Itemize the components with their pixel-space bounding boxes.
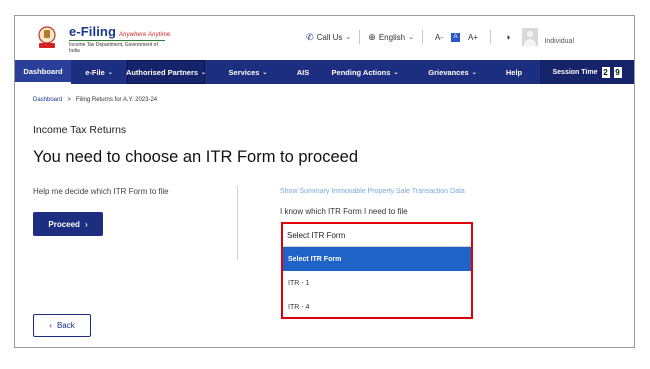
header-utilities: ✆ Call Us ⌄ ⊕ English ⌄ A- A A+ ◑ Indivi… [306, 26, 634, 48]
proceed-button[interactable]: Proceed › [33, 212, 103, 236]
breadcrumb-dashboard-link[interactable]: Dashboard [33, 97, 62, 103]
main-nav: Dashboard e-File ⌄ Authorised Partners ⌄ S… [15, 60, 634, 84]
itr-form-select[interactable]: Select ITR Form Select ITR Form ITR - 1 … [281, 222, 473, 319]
itr-option-itr-1[interactable]: ITR - 1 [283, 271, 471, 295]
summary-property-sale-link[interactable]: Show Summary Immovable Property Sale Tra… [280, 188, 465, 195]
top-header: e-Filing Anywhere Anytime Income Tax Depa… [15, 16, 634, 60]
call-us-label: Call Us [316, 32, 343, 42]
divider [489, 30, 491, 44]
itr-option-itr-4[interactable]: ITR - 4 [283, 295, 471, 319]
font-decrease-button[interactable]: A- [431, 33, 447, 42]
session-digit: 9 [613, 66, 622, 78]
brand-subtitle: Income Tax Department, Government of Ind… [69, 40, 165, 54]
emblem-logo-icon [38, 26, 56, 48]
nav-help[interactable]: Help [490, 60, 538, 84]
brand-block[interactable]: e-Filing Anywhere Anytime Income Tax Depa… [69, 24, 170, 54]
call-us-menu[interactable]: ✆ Call Us ⌄ [306, 32, 351, 43]
nav-services[interactable]: Services ⌄ [205, 60, 291, 84]
session-digit: 2 [601, 66, 610, 78]
phone-icon: ✆ [306, 31, 314, 42]
nav-pending-actions[interactable]: Pending Actions ⌄ [315, 60, 415, 84]
font-increase-button[interactable]: A+ [464, 33, 482, 42]
user-type-label: Individual [544, 37, 574, 45]
nav-ais[interactable]: AIS [291, 60, 315, 84]
nav-dashboard[interactable]: Dashboard [15, 60, 71, 84]
browser-frame: e-Filing Anywhere Anytime Income Tax Depa… [14, 15, 635, 348]
globe-icon: ⊕ [368, 31, 376, 42]
language-menu[interactable]: ⊕ English ⌄ [368, 32, 414, 43]
chevron-right-icon: › [84, 219, 88, 229]
contrast-toggle-icon[interactable]: ◑ [505, 32, 510, 42]
itr-form-select-field[interactable]: Select ITR Form [283, 224, 471, 247]
back-label: Back [56, 321, 75, 330]
brand-title: e-Filing Anywhere Anytime [69, 24, 171, 39]
page-title: You need to choose an ITR Form to procee… [33, 148, 359, 166]
language-label: English [378, 32, 406, 42]
chevron-down-icon: ⌄ [471, 69, 477, 76]
chevron-down-icon: ⌄ [408, 34, 414, 41]
back-button[interactable]: ‹ Back [33, 314, 91, 337]
chevron-down-icon: ⌄ [393, 69, 399, 76]
itr-form-label: I know which ITR Form I need to file [280, 207, 408, 216]
breadcrumb-separator: > [67, 97, 71, 103]
divider [421, 30, 423, 44]
column-divider [237, 186, 238, 260]
proceed-label: Proceed [48, 219, 80, 229]
brand-tagline: Anywhere Anytime [119, 32, 171, 38]
divider [359, 30, 361, 44]
font-normal-button[interactable]: A [450, 32, 460, 42]
chevron-left-icon: ‹ [49, 321, 52, 330]
avatar[interactable] [522, 28, 539, 46]
breadcrumb: Dashboard > Filing Returns for A.Y. 2023… [33, 97, 157, 103]
chevron-down-icon: ⌄ [107, 69, 113, 76]
itr-option-select[interactable]: Select ITR Form [283, 247, 471, 271]
section-title: Income Tax Returns [33, 124, 127, 136]
session-label: Session Time [552, 68, 598, 76]
nav-authorised-partners[interactable]: Authorised Partners ⌄ [126, 60, 206, 84]
help-decide-text: Help me decide which ITR Form to file [33, 187, 169, 196]
nav-e-file[interactable]: e-File ⌄ [71, 60, 127, 84]
chevron-down-icon: ⌄ [262, 69, 268, 76]
chevron-down-icon: ⌄ [345, 34, 352, 41]
session-timer: Session Time 2 9 [540, 60, 634, 84]
breadcrumb-current: Filing Returns for A.Y. 2023-24 [75, 97, 158, 103]
nav-grievances[interactable]: Grievances ⌄ [415, 60, 490, 84]
